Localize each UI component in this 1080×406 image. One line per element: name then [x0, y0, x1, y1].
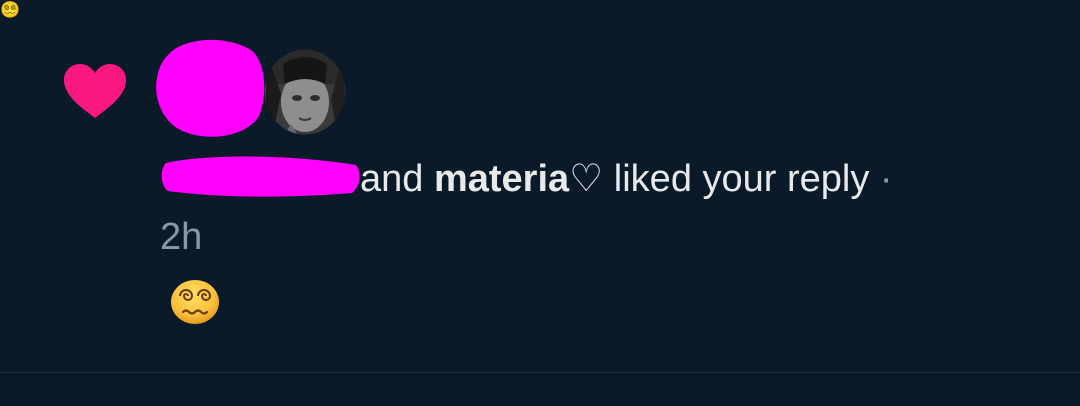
reply-content: 😵‍💫: [0, 2, 20, 19]
divider: [0, 372, 1080, 373]
actor-name-link[interactable]: materia♡: [434, 158, 603, 200]
separator-dot: ·: [879, 158, 893, 200]
notification-message: and materia♡ liked your reply · 2h: [160, 150, 1040, 266]
avatar[interactable]: [261, 44, 349, 140]
liker-avatars: [155, 36, 355, 146]
face-with-spiral-eyes-emoji: [171, 280, 219, 324]
timestamp: 2h: [160, 216, 203, 258]
like-notification[interactable]: and materia♡ liked your reply · 2h 😵‍💫 😵…: [0, 0, 1080, 372]
redacted-username[interactable]: [160, 153, 360, 199]
action-text: liked your reply: [613, 158, 870, 200]
heart-icon: [64, 64, 126, 118]
connector-text: and: [360, 158, 424, 200]
avatar-redacted[interactable]: [155, 36, 267, 140]
